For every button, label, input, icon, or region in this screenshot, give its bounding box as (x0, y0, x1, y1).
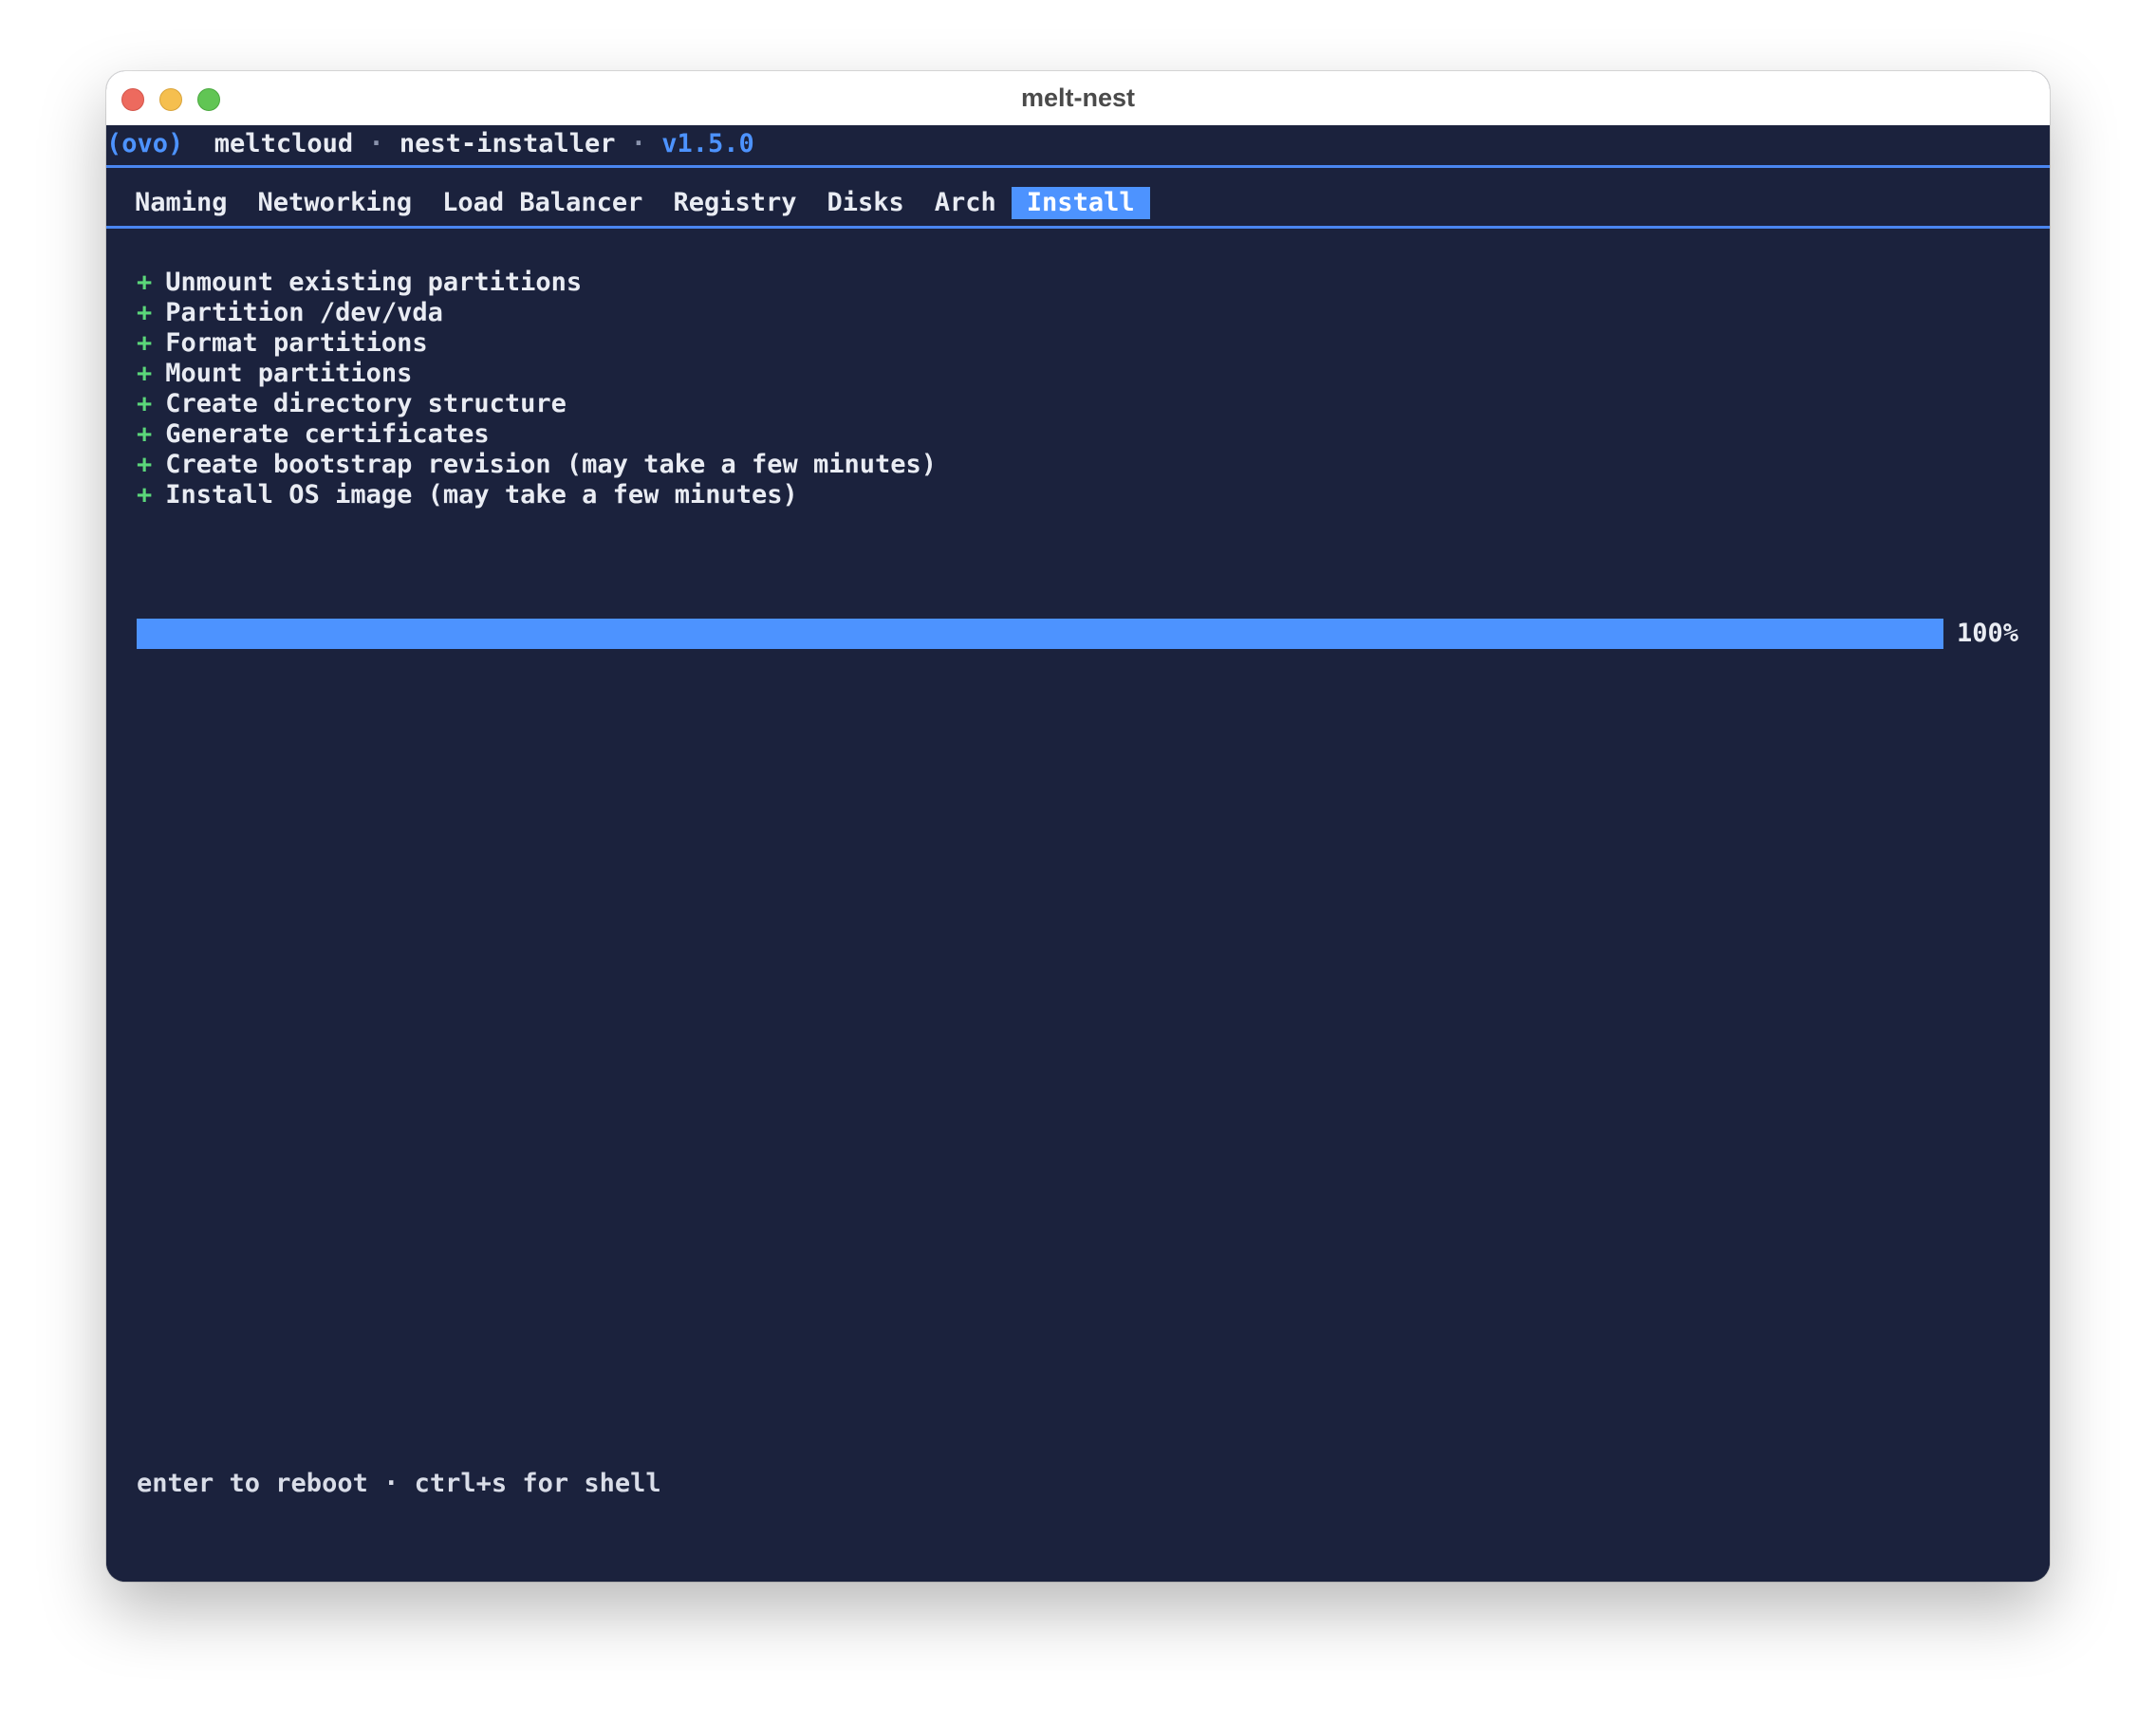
check-icon: + (137, 298, 153, 327)
app-name: nest-installer (399, 129, 616, 158)
title-bar: melt-nest (106, 71, 2050, 126)
step-label: Unmount existing partitions (165, 268, 583, 297)
check-icon: + (137, 268, 153, 297)
check-icon: + (137, 359, 153, 388)
check-icon: + (137, 328, 153, 358)
check-icon: + (137, 480, 153, 509)
tab-install[interactable]: Install (1011, 187, 1150, 219)
wizard-tabs: Naming Networking Load Balancer Registry… (135, 187, 1150, 219)
list-item: + Install OS image (may take a few minute… (137, 480, 937, 510)
header-separator: · (630, 129, 647, 158)
progress-track (137, 619, 1943, 649)
check-icon: + (137, 389, 153, 418)
check-icon: + (137, 450, 153, 479)
terminal-content[interactable]: (ovo) meltcloud · nest-installer · v1.5.… (106, 125, 2050, 1582)
progress-fill (137, 619, 1943, 649)
step-label: Generate certificates (165, 419, 490, 449)
tab-arch[interactable]: Arch (920, 187, 1012, 219)
app-header: (ovo) meltcloud · nest-installer · v1.5.… (106, 127, 754, 161)
tabs-divider (106, 226, 2050, 229)
terminal-window: melt-nest (ovo) meltcloud · nest-install… (106, 71, 2050, 1582)
list-item: + Mount partitions (137, 359, 937, 389)
list-item: + Create bootstrap revision (may take a f… (137, 450, 937, 480)
step-label: Create bootstrap revision (may take a fe… (165, 450, 938, 479)
app-version: v1.5.0 (661, 129, 754, 158)
step-label: Mount partitions (165, 359, 413, 388)
keyboard-hints: enter to reboot · ctrl+s for shell (137, 1469, 661, 1498)
step-label: Create directory structure (165, 389, 567, 418)
step-label: Partition /dev/vda (165, 298, 443, 327)
check-icon: + (137, 419, 153, 449)
list-item: + Unmount existing partitions (137, 268, 937, 298)
brand-name: meltcloud (214, 129, 354, 158)
list-item: + Create directory structure (137, 389, 937, 419)
list-item: + Partition /dev/vda (137, 298, 937, 328)
header-divider (106, 165, 2050, 168)
tab-disks[interactable]: Disks (811, 187, 919, 219)
tab-naming[interactable]: Naming (135, 187, 243, 219)
install-progress: 100% (137, 619, 2020, 651)
list-item: + Format partitions (137, 328, 937, 359)
step-label: Format partitions (165, 328, 428, 358)
tab-load-balancer[interactable]: Load Balancer (427, 187, 658, 219)
progress-percent: 100% (1957, 619, 2019, 648)
list-item: + Generate certificates (137, 419, 937, 450)
step-label: Install OS image (may take a few minutes… (165, 480, 798, 509)
tab-networking[interactable]: Networking (243, 187, 428, 219)
tab-registry[interactable]: Registry (658, 187, 811, 219)
window-title: melt-nest (1020, 83, 1136, 112)
header-separator: · (368, 129, 384, 158)
app-logo: (ovo) (106, 129, 184, 158)
install-steps-list: + Unmount existing partitions + Partition … (137, 268, 937, 510)
